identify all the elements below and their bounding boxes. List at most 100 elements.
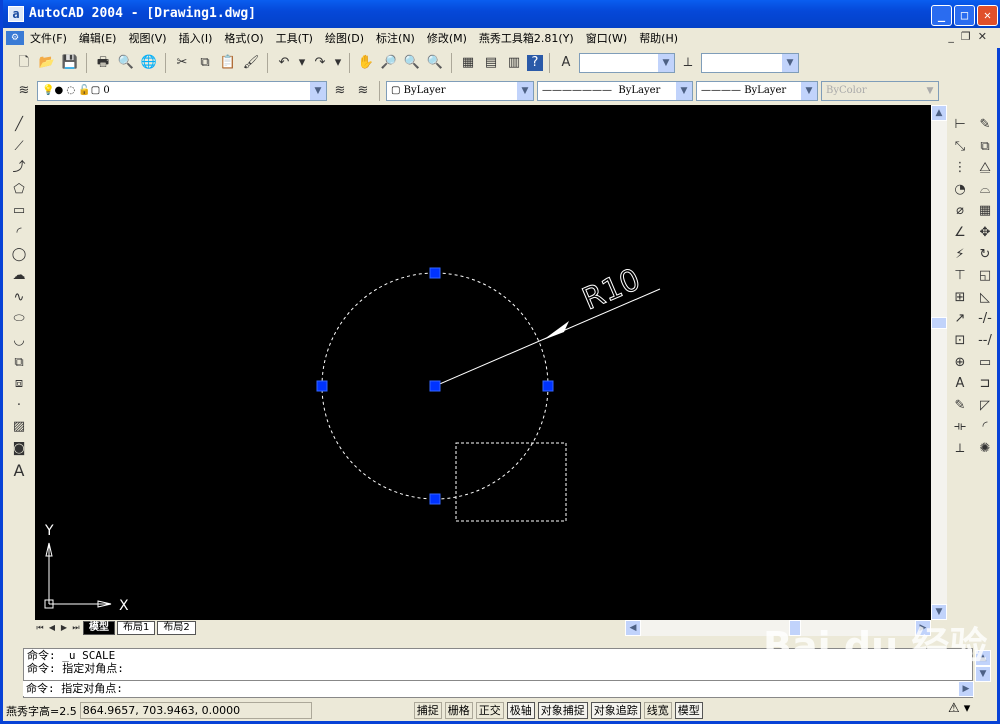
- copy-icon[interactable]: ⧉: [195, 53, 215, 73]
- redo-icon[interactable]: ↷: [310, 53, 330, 73]
- doc-minimize-button[interactable]: _: [948, 30, 954, 43]
- publish-icon[interactable]: 🌐: [139, 53, 159, 73]
- document-icon[interactable]: ⚙: [6, 31, 24, 45]
- dim-edit-icon[interactable]: A: [950, 373, 970, 395]
- grip-bottom[interactable]: [429, 493, 441, 505]
- menu-6[interactable]: 绘图(D): [319, 30, 370, 46]
- leader-icon[interactable]: ↗: [950, 308, 970, 330]
- print-preview-icon[interactable]: 🔍: [116, 53, 136, 73]
- status-toggle-6[interactable]: 线宽: [643, 702, 672, 719]
- vertical-scrollbar[interactable]: ▲ ▼: [931, 105, 947, 620]
- zoom-window-icon[interactable]: 🔍: [402, 53, 422, 73]
- menu-1[interactable]: 编辑(E): [73, 30, 123, 46]
- menu-9[interactable]: 燕秀工具箱2.81(Y): [473, 30, 580, 46]
- fillet-icon[interactable]: ◜: [975, 416, 995, 438]
- chamfer-icon[interactable]: ◸: [975, 395, 995, 417]
- break-icon[interactable]: ▭: [975, 352, 995, 374]
- grip-right[interactable]: [542, 380, 554, 392]
- status-toggle-4[interactable]: 对象捕捉: [537, 702, 588, 719]
- hatch-icon[interactable]: ▨: [9, 416, 29, 438]
- status-toggle-0[interactable]: 捕捉: [413, 702, 442, 719]
- menu-4[interactable]: 格式(O): [218, 30, 269, 46]
- point-icon[interactable]: ·: [9, 395, 29, 417]
- array-icon[interactable]: ▦: [975, 200, 995, 222]
- extend-icon[interactable]: --/: [975, 330, 995, 352]
- undo-dropdown-icon[interactable]: ▾: [297, 53, 307, 73]
- print-icon[interactable]: 🖶: [93, 53, 113, 73]
- make-current-layer-icon[interactable]: ≋: [330, 81, 350, 101]
- close-button[interactable]: ✕: [977, 5, 998, 26]
- zoom-realtime-icon[interactable]: 🔎: [379, 53, 399, 73]
- polygon-icon[interactable]: ⬠: [9, 179, 29, 201]
- app-icon[interactable]: a: [8, 6, 24, 22]
- status-toggle-3[interactable]: 极轴: [506, 702, 535, 719]
- lineweight-select[interactable]: ———— ByLayer ▼: [696, 81, 818, 101]
- open-icon[interactable]: 📂: [37, 53, 57, 73]
- doc-restore-button[interactable]: ❐: [961, 30, 971, 43]
- tolerance-icon[interactable]: ⊡: [950, 330, 970, 352]
- mirror-icon[interactable]: ⧋: [975, 157, 995, 179]
- offset-icon[interactable]: ⌓: [975, 179, 995, 201]
- prev-tab-icon[interactable]: ◀: [47, 618, 57, 638]
- maximize-button[interactable]: □: [954, 5, 975, 26]
- dimension-text[interactable]: R10: [577, 262, 646, 318]
- spline-icon[interactable]: ∿: [9, 287, 29, 309]
- status-toggle-5[interactable]: 对象追踪: [590, 702, 641, 719]
- properties-icon[interactable]: ▤: [481, 53, 501, 73]
- dim-style-icon[interactable]: ⟂: [950, 438, 970, 460]
- layer-manager-icon[interactable]: ≋: [14, 81, 34, 101]
- scroll-up-button[interactable]: ▲: [931, 105, 947, 121]
- dim-style-select[interactable]: ▼: [701, 53, 799, 73]
- construction-line-icon[interactable]: ⟋: [9, 136, 29, 158]
- copy-object-icon[interactable]: ⧉: [975, 136, 995, 158]
- layer-select[interactable]: 💡● ◌ 🔓▢ 0 ▼: [37, 81, 327, 101]
- ellipse-arc-icon[interactable]: ◡: [9, 330, 29, 352]
- last-tab-icon[interactable]: ⏭: [71, 618, 81, 638]
- insert-block-icon[interactable]: ⧉: [9, 352, 29, 374]
- rectangle-icon[interactable]: ▭: [9, 200, 29, 222]
- region-icon[interactable]: ◙: [9, 438, 29, 460]
- menu-2[interactable]: 视图(V): [122, 30, 172, 46]
- dim-text-edit-icon[interactable]: ✎: [950, 395, 970, 417]
- menu-7[interactable]: 标注(N): [370, 30, 421, 46]
- menu-11[interactable]: 帮助(H): [633, 30, 684, 46]
- paste-icon[interactable]: 📋: [218, 53, 238, 73]
- quick-dim-icon[interactable]: ⚡: [950, 244, 970, 266]
- radius-dim-icon[interactable]: ◔: [950, 179, 970, 201]
- diameter-dim-icon[interactable]: ⌀: [950, 200, 970, 222]
- status-toggle-1[interactable]: 栅格: [444, 702, 473, 719]
- undo-icon[interactable]: ↶: [274, 53, 294, 73]
- tab-layout1[interactable]: 布局1: [117, 621, 156, 635]
- save-icon[interactable]: 💾: [60, 53, 80, 73]
- scroll-left-button[interactable]: ◀: [625, 620, 641, 636]
- menu-3[interactable]: 插入(I): [173, 30, 219, 46]
- cmd-scroll-right[interactable]: ▶: [958, 681, 974, 697]
- status-toggle-7[interactable]: 模型: [674, 702, 703, 719]
- text-style-icon[interactable]: A: [556, 53, 576, 73]
- status-toggle-2[interactable]: 正交: [475, 702, 504, 719]
- make-block-icon[interactable]: ⧈: [9, 373, 29, 395]
- scroll-thumb[interactable]: [931, 317, 947, 329]
- pan-icon[interactable]: ✋: [356, 53, 376, 73]
- zoom-previous-icon[interactable]: 🔍: [425, 53, 445, 73]
- linetype-select[interactable]: ——————— ByLayer ▼: [537, 81, 693, 101]
- angular-dim-icon[interactable]: ∠: [950, 222, 970, 244]
- center-mark-icon[interactable]: ⊕: [950, 352, 970, 374]
- minimize-button[interactable]: _: [931, 5, 952, 26]
- match-properties-icon[interactable]: 🖌: [241, 53, 261, 73]
- help-icon[interactable]: ?: [527, 55, 543, 71]
- arc-icon[interactable]: ◜: [9, 222, 29, 244]
- new-icon[interactable]: 🗋: [14, 53, 34, 73]
- circle-icon[interactable]: ◯: [9, 244, 29, 266]
- move-icon[interactable]: ✥: [975, 222, 995, 244]
- design-center-icon[interactable]: ▦: [458, 53, 478, 73]
- grip-left[interactable]: [316, 380, 328, 392]
- drawing-canvas[interactable]: R10 Y X: [35, 105, 931, 620]
- menu-10[interactable]: 窗口(W): [580, 30, 633, 46]
- drawing-svg[interactable]: R10 Y X: [35, 105, 931, 620]
- cut-icon[interactable]: ✂: [172, 53, 192, 73]
- menu-0[interactable]: 文件(F): [24, 30, 73, 46]
- baseline-dim-icon[interactable]: ⊤: [950, 265, 970, 287]
- first-tab-icon[interactable]: ⏮: [35, 618, 45, 638]
- ellipse-icon[interactable]: ⬭: [9, 308, 29, 330]
